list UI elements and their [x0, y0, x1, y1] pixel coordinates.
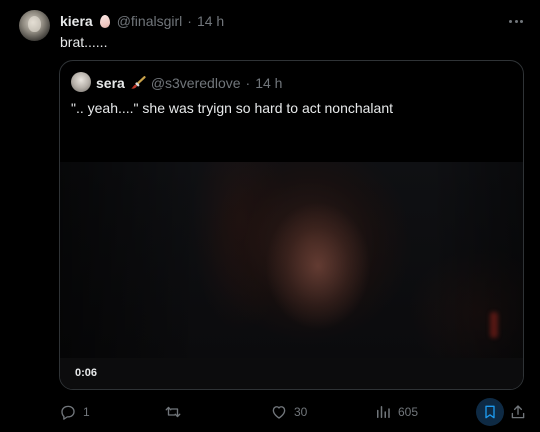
quoted-timestamp: 14 h	[255, 75, 283, 91]
more-options-icon[interactable]	[509, 14, 523, 28]
share-icon	[509, 403, 527, 421]
quoted-text: ".. yeah...." she was tryign so hard to …	[71, 100, 394, 116]
avatar[interactable]	[19, 10, 50, 41]
reply-button[interactable]: 1	[59, 400, 90, 424]
paintbrush-icon	[130, 76, 146, 90]
quoted-tweet[interactable]: sera @s3veredlove · 14 h ".. yeah...." s…	[59, 60, 524, 390]
bookmark-button[interactable]	[476, 398, 504, 426]
share-button[interactable]	[509, 400, 527, 424]
tweet-text: brat......	[60, 34, 108, 50]
reply-icon	[59, 403, 77, 421]
author-name[interactable]: kiera	[60, 13, 93, 29]
views-count: 605	[398, 405, 419, 419]
timestamp[interactable]: 14 h	[197, 13, 224, 29]
bookmark-icon	[482, 404, 498, 420]
repost-icon	[164, 403, 182, 421]
views-icon	[374, 403, 392, 421]
tweet[interactable]: kiera @finalsgirl · 14 h brat...... sera…	[0, 0, 540, 432]
quoted-author-handle: @s3veredlove	[150, 75, 241, 91]
reply-count: 1	[83, 405, 90, 419]
views-button[interactable]: 605	[374, 400, 418, 424]
like-button[interactable]: 30	[270, 400, 307, 424]
author-line: kiera @finalsgirl · 14 h	[60, 12, 224, 30]
quoted-avatar[interactable]	[71, 72, 91, 92]
separator: ·	[187, 13, 192, 29]
quoted-author-name: sera	[96, 75, 125, 91]
video-duration: 0:06	[75, 367, 98, 379]
repost-button[interactable]	[164, 400, 188, 424]
author-handle[interactable]: @finalsgirl	[117, 13, 183, 29]
quoted-author-line: sera @s3veredlove · 14 h	[96, 74, 282, 92]
action-bar: 1 30 605	[0, 398, 540, 426]
quoted-separator: ·	[245, 75, 251, 91]
video-player[interactable]: 0:06	[60, 162, 523, 389]
egg-icon	[99, 14, 110, 28]
video-frame[interactable]	[60, 162, 523, 358]
like-count: 30	[294, 405, 308, 419]
heart-icon	[270, 403, 288, 421]
